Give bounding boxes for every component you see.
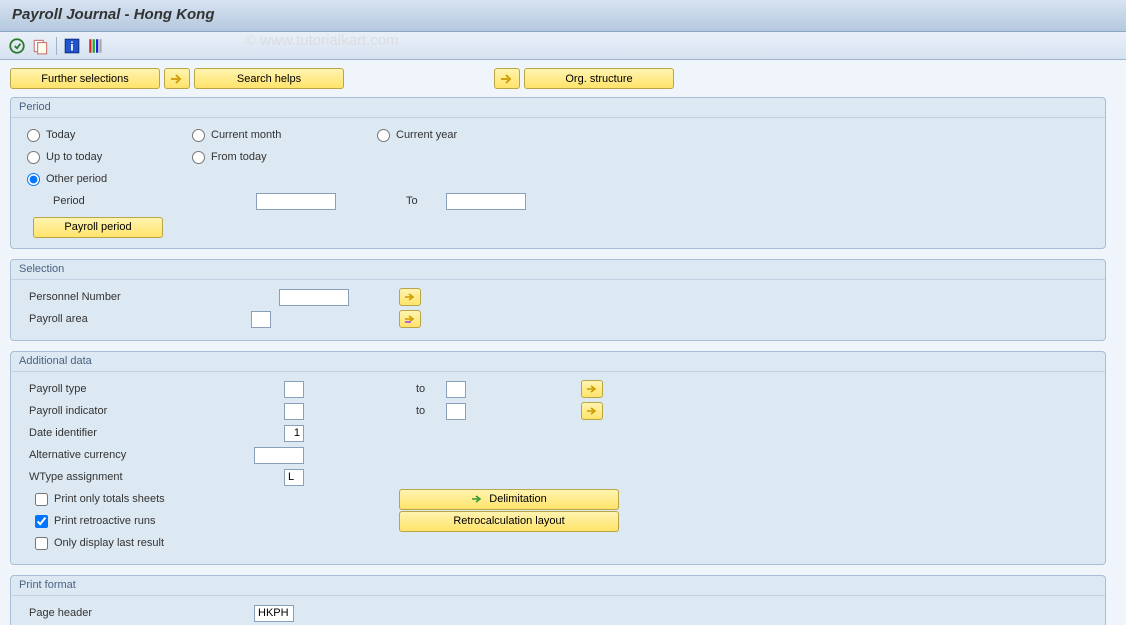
current-month-label: Current month <box>211 129 281 141</box>
other-period-label: Other period <box>46 173 107 185</box>
print-format-title: Print format <box>11 576 1105 596</box>
payroll-type-to-label: to <box>416 383 446 395</box>
print-retro-label: Print retroactive runs <box>54 515 399 527</box>
page-header-input[interactable] <box>254 605 294 622</box>
payroll-indicator-label: Payroll indicator <box>21 405 284 417</box>
toolbar-divider <box>56 37 57 55</box>
variant-icon[interactable] <box>32 37 50 55</box>
selection-group-title: Selection <box>11 260 1105 280</box>
payroll-type-from-input[interactable] <box>284 381 304 398</box>
current-month-radio[interactable] <box>192 129 205 142</box>
additional-data-group: Additional data Payroll type to Payroll … <box>10 351 1106 565</box>
other-period-radio[interactable] <box>27 173 40 186</box>
help-icon[interactable]: i <box>63 37 81 55</box>
from-today-label: From today <box>211 151 267 163</box>
print-only-totals-checkbox[interactable] <box>35 493 48 506</box>
payroll-indicator-to-label: to <box>416 405 446 417</box>
search-helps-button[interactable]: Search helps <box>194 68 344 89</box>
period-to-input[interactable] <box>446 193 526 210</box>
personnel-number-input[interactable] <box>279 289 349 306</box>
period-group: Period Today Current month Current year … <box>10 97 1106 249</box>
top-button-row: Further selections Search helps Org. str… <box>10 68 1116 89</box>
delimitation-button[interactable]: Delimitation <box>399 489 619 510</box>
payroll-area-multiselect-button[interactable] <box>399 310 421 328</box>
payroll-period-button[interactable]: Payroll period <box>33 217 163 238</box>
watermark: © www.tutorialkart.com <box>245 32 399 49</box>
period-label: Period <box>21 195 256 207</box>
up-to-today-radio[interactable] <box>27 151 40 164</box>
wtype-assignment-input[interactable] <box>284 469 304 486</box>
period-from-input[interactable] <box>256 193 336 210</box>
only-display-last-checkbox[interactable] <box>35 537 48 550</box>
today-radio[interactable] <box>27 129 40 142</box>
period-to-label: To <box>406 195 446 207</box>
payroll-indicator-from-input[interactable] <box>284 403 304 420</box>
payroll-indicator-multiselect-button[interactable] <box>581 402 603 420</box>
further-selections-button[interactable]: Further selections <box>10 68 160 89</box>
payroll-type-to-input[interactable] <box>446 381 466 398</box>
additional-data-title: Additional data <box>11 352 1105 372</box>
period-group-title: Period <box>11 98 1105 118</box>
title-bar: Payroll Journal - Hong Kong <box>0 0 1126 32</box>
date-identifier-label: Date identifier <box>21 427 284 439</box>
print-format-group: Print format Page header <box>10 575 1106 625</box>
list-icon[interactable] <box>87 37 105 55</box>
personnel-number-label: Personnel Number <box>21 291 279 303</box>
payroll-area-label: Payroll area <box>21 313 251 325</box>
arrow-button-2[interactable] <box>494 68 520 89</box>
from-today-radio[interactable] <box>192 151 205 164</box>
selection-group: Selection Personnel Number Payroll area <box>10 259 1106 341</box>
payroll-indicator-to-input[interactable] <box>446 403 466 420</box>
page-header-label: Page header <box>21 607 254 619</box>
payroll-area-input[interactable] <box>251 311 271 328</box>
alternative-currency-input[interactable] <box>254 447 304 464</box>
org-structure-button[interactable]: Org. structure <box>524 68 674 89</box>
content-area: Further selections Search helps Org. str… <box>0 60 1126 625</box>
retro-layout-button-label: Retrocalculation layout <box>453 515 564 527</box>
wtype-assignment-label: WType assignment <box>21 471 284 483</box>
retro-layout-button[interactable]: Retrocalculation layout <box>399 511 619 532</box>
up-to-today-label: Up to today <box>46 151 102 163</box>
payroll-type-multiselect-button[interactable] <box>581 380 603 398</box>
only-display-last-label: Only display last result <box>54 537 164 549</box>
date-identifier-input[interactable] <box>284 425 304 442</box>
arrow-button-1[interactable] <box>164 68 190 89</box>
print-retro-checkbox[interactable] <box>35 515 48 528</box>
print-only-totals-label: Print only totals sheets <box>54 493 399 505</box>
delimitation-button-label: Delimitation <box>489 493 546 505</box>
page-title: Payroll Journal - Hong Kong <box>12 6 1114 23</box>
execute-icon[interactable] <box>8 37 26 55</box>
payroll-type-label: Payroll type <box>21 383 284 395</box>
svg-text:i: i <box>70 39 73 53</box>
today-label: Today <box>46 129 75 141</box>
personnel-multiselect-button[interactable] <box>399 288 421 306</box>
alternative-currency-label: Alternative currency <box>21 449 254 461</box>
current-year-label: Current year <box>396 129 457 141</box>
toolbar: i © www.tutorialkart.com <box>0 32 1126 60</box>
current-year-radio[interactable] <box>377 129 390 142</box>
